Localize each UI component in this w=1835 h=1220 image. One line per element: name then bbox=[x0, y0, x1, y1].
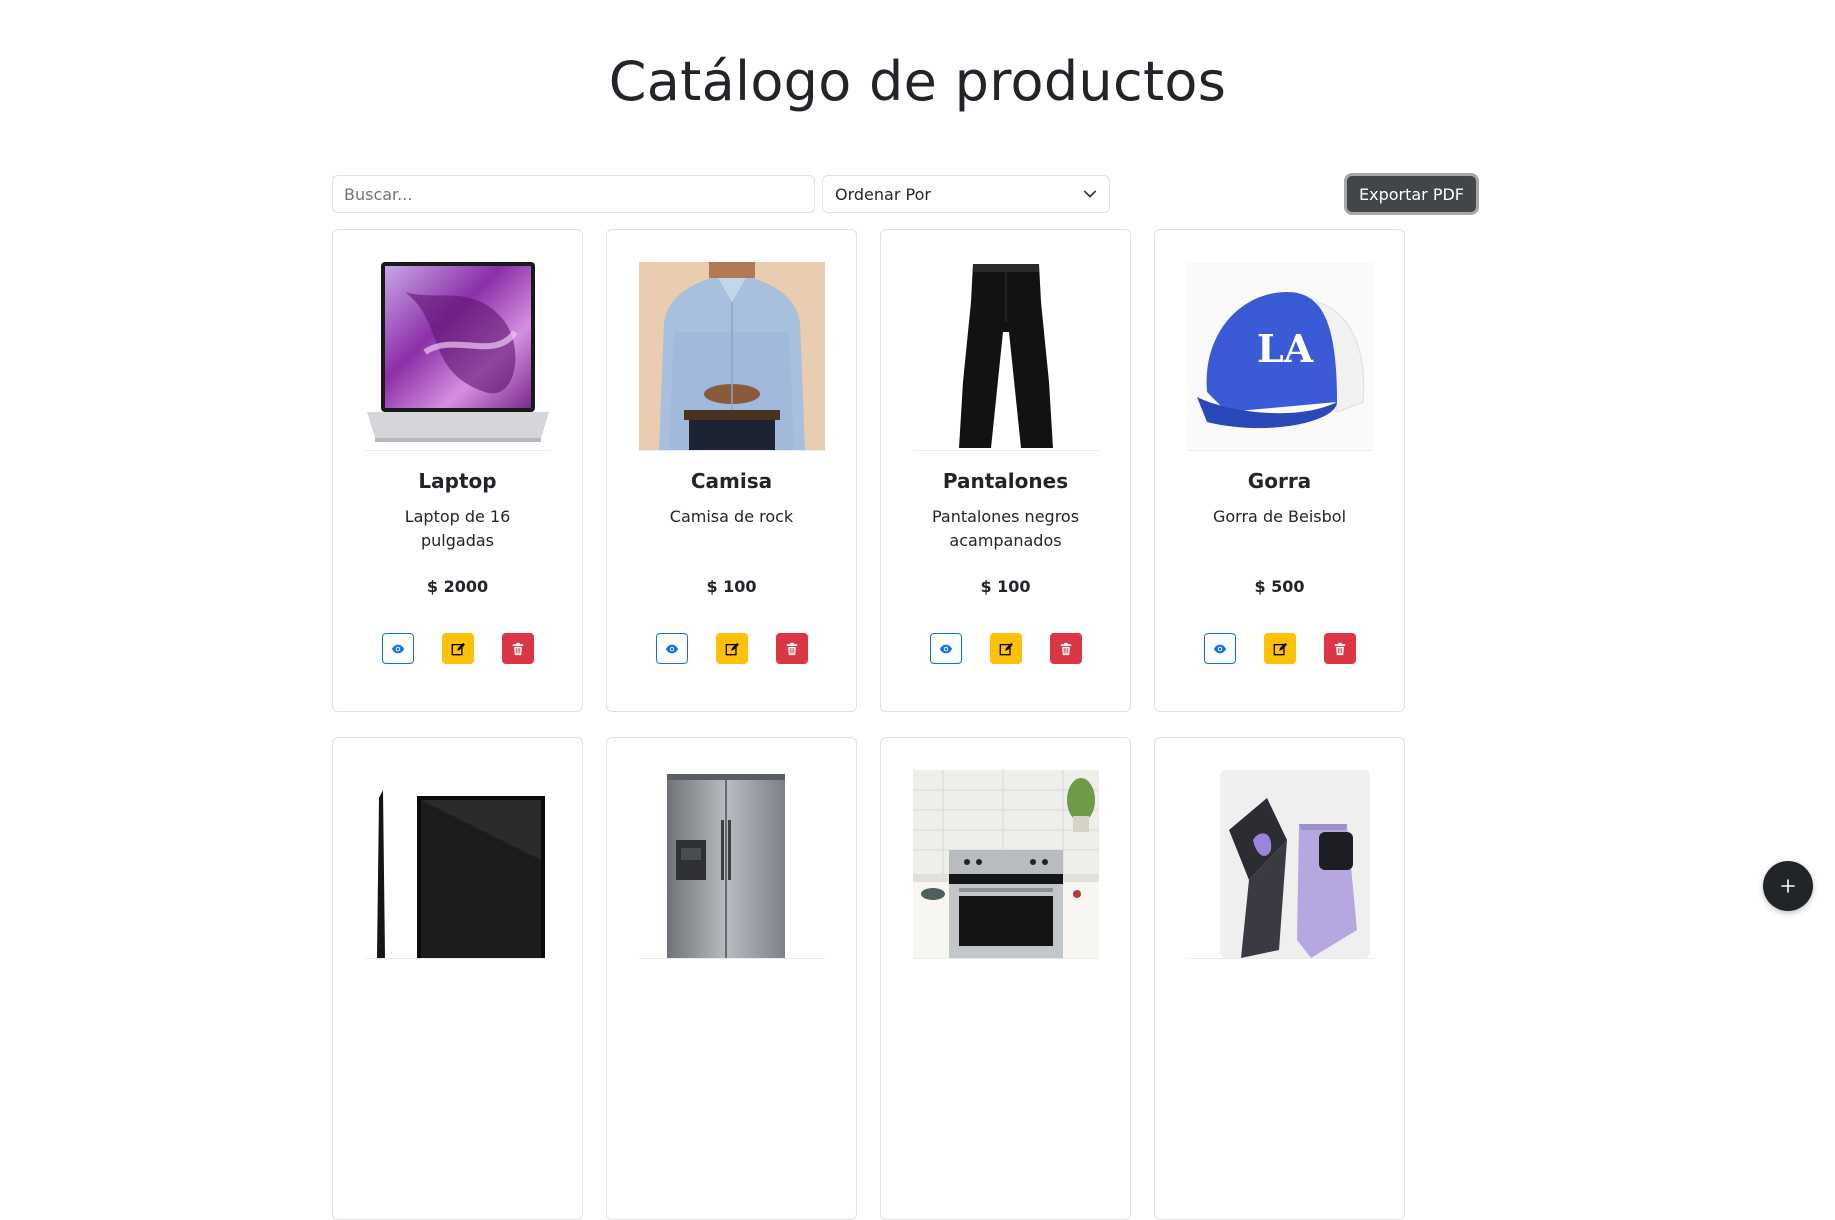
view-button[interactable] bbox=[381, 633, 414, 664]
search-input[interactable] bbox=[332, 175, 815, 213]
product-description: Camisa de rock bbox=[669, 507, 794, 526]
edit-button[interactable] bbox=[715, 633, 748, 664]
eye-icon bbox=[391, 644, 404, 653]
delete-button[interactable] bbox=[1323, 633, 1356, 664]
stove-image bbox=[912, 770, 1099, 959]
svg-text:LA: LA bbox=[1257, 326, 1314, 371]
view-button[interactable] bbox=[929, 633, 962, 664]
edit-button[interactable] bbox=[1263, 633, 1296, 664]
add-product-button[interactable] bbox=[1763, 861, 1813, 911]
product-name: Pantalones bbox=[942, 469, 1069, 493]
page-title: Catálogo de productos bbox=[608, 50, 1227, 113]
laptop-image bbox=[364, 262, 551, 451]
pencil-square-icon bbox=[1273, 642, 1287, 655]
product-actions bbox=[1155, 633, 1404, 664]
product-card: Laptop Laptop de 16 pulgadas $ 2000 bbox=[332, 229, 583, 712]
plus-icon bbox=[1781, 879, 1795, 893]
view-button[interactable] bbox=[1203, 633, 1236, 664]
tv-image bbox=[364, 770, 551, 959]
sort-select[interactable]: Ordenar Por bbox=[822, 175, 1110, 213]
eye-icon bbox=[1213, 644, 1226, 653]
toolbar: Ordenar Por Exportar PDF bbox=[332, 173, 1502, 215]
product-description: Pantalones negros acampanados bbox=[931, 507, 1080, 550]
product-description: Gorra de Beisbol bbox=[1212, 507, 1347, 526]
product-card bbox=[606, 737, 857, 1220]
edit-button[interactable] bbox=[989, 633, 1022, 664]
foldable-phone-image bbox=[1186, 770, 1373, 959]
product-description: Laptop de 16 pulgadas bbox=[404, 507, 511, 550]
eye-icon bbox=[939, 644, 952, 653]
pencil-square-icon bbox=[999, 642, 1013, 655]
export-pdf-button[interactable]: Exportar PDF bbox=[1343, 173, 1479, 215]
delete-button[interactable] bbox=[501, 633, 534, 664]
product-card bbox=[332, 737, 583, 1220]
view-button[interactable] bbox=[655, 633, 688, 664]
pencil-square-icon bbox=[451, 642, 465, 655]
trash-icon bbox=[512, 642, 523, 655]
edit-button[interactable] bbox=[441, 633, 474, 664]
product-price: $ 500 bbox=[1254, 577, 1305, 596]
cap-image: LA bbox=[1186, 262, 1373, 451]
product-actions bbox=[333, 633, 582, 664]
product-name: Camisa bbox=[690, 469, 773, 493]
product-name: Gorra bbox=[1247, 469, 1312, 493]
product-card: Pantalones Pantalones negros acampanados… bbox=[880, 229, 1131, 712]
delete-button[interactable] bbox=[775, 633, 808, 664]
eye-icon bbox=[665, 644, 678, 653]
product-card bbox=[880, 737, 1131, 1220]
sort-select-label: Ordenar Por bbox=[835, 184, 931, 204]
product-name: Laptop bbox=[418, 469, 497, 493]
pencil-square-icon bbox=[725, 642, 739, 655]
product-card: LA Gorra Gorra de Beisbol $ 500 bbox=[1154, 229, 1405, 712]
trash-icon bbox=[786, 642, 797, 655]
trash-icon bbox=[1060, 642, 1071, 655]
product-price: $ 2000 bbox=[426, 577, 489, 596]
chevron-down-icon bbox=[1083, 190, 1097, 198]
delete-button[interactable] bbox=[1049, 633, 1082, 664]
product-actions bbox=[881, 633, 1130, 664]
refrigerator-image bbox=[638, 770, 825, 959]
trash-icon bbox=[1334, 642, 1345, 655]
shirt-image bbox=[638, 262, 825, 451]
product-grid: Laptop Laptop de 16 pulgadas $ 2000 Cami… bbox=[332, 229, 1405, 1220]
pants-image bbox=[912, 262, 1099, 451]
product-price: $ 100 bbox=[706, 577, 757, 596]
product-actions bbox=[607, 633, 856, 664]
product-card bbox=[1154, 737, 1405, 1220]
product-card: Camisa Camisa de rock $ 100 bbox=[606, 229, 857, 712]
product-price: $ 100 bbox=[980, 577, 1031, 596]
